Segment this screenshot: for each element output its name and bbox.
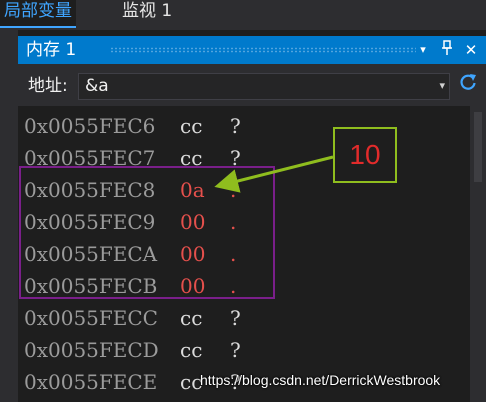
watermark: https://blog.csdn.net/DerrickWestbrook bbox=[200, 372, 441, 388]
pin-icon[interactable] bbox=[438, 40, 456, 60]
window-dropdown-icon[interactable]: ▾ bbox=[414, 40, 432, 60]
refresh-icon[interactable] bbox=[456, 72, 480, 98]
debug-tabs: 局部变量 监视 1 bbox=[0, 0, 486, 30]
memory-byte-value[interactable]: cc bbox=[180, 302, 202, 334]
close-icon[interactable]: ✕ bbox=[462, 40, 480, 60]
tab-locals[interactable]: 局部变量 bbox=[0, 0, 76, 28]
address-label: 地址: bbox=[28, 76, 68, 96]
memory-panel-titlebar[interactable]: 内存 1 ▾ ✕ bbox=[18, 36, 486, 64]
address-value: &a bbox=[85, 76, 109, 96]
memory-address: 0x0055FECE bbox=[24, 370, 158, 394]
annotation-value-label: 10 bbox=[349, 139, 381, 170]
annotation-value-box: 10 bbox=[333, 127, 397, 183]
memory-char-value: ? bbox=[230, 338, 241, 362]
memory-row[interactable]: 0x0055FEC6 cc? bbox=[18, 110, 470, 142]
highlight-box-changed-bytes bbox=[19, 166, 275, 299]
titlebar-grip[interactable] bbox=[110, 47, 416, 53]
memory-char-value: ? bbox=[230, 306, 241, 330]
memory-char-value: ? bbox=[230, 114, 241, 138]
memory-row[interactable]: 0x0055FECC cc? bbox=[18, 302, 470, 334]
memory-address: 0x0055FEC6 bbox=[24, 114, 156, 138]
memory-row[interactable]: 0x0055FECD cc? bbox=[18, 334, 470, 366]
scrollbar-thumb[interactable] bbox=[474, 112, 482, 182]
vertical-scrollbar[interactable] bbox=[470, 106, 486, 402]
vs-debugger-window: 局部变量 监视 1 内存 1 ▾ ✕ 地址: &a ▾ 0x0055FEC6 c… bbox=[0, 0, 486, 402]
memory-address: 0x0055FECD bbox=[24, 338, 159, 362]
memory-byte-value[interactable]: cc bbox=[180, 110, 202, 142]
panel-title: 内存 1 bbox=[26, 40, 77, 60]
memory-byte-value[interactable]: cc bbox=[180, 334, 202, 366]
address-input[interactable]: &a ▾ bbox=[78, 73, 450, 100]
memory-address: 0x0055FECC bbox=[24, 306, 158, 330]
tab-watch-1[interactable]: 监视 1 bbox=[118, 0, 176, 26]
address-dropdown-icon[interactable]: ▾ bbox=[439, 76, 445, 96]
panel-left-edge bbox=[0, 30, 18, 402]
address-bar: 地址: &a ▾ bbox=[18, 64, 486, 106]
